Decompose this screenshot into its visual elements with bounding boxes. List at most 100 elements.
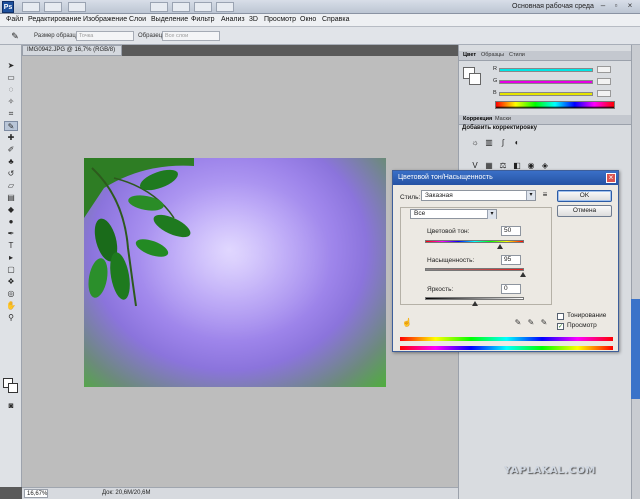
- curves-icon[interactable]: ∫: [497, 137, 509, 149]
- eyedropper-icon[interactable]: ✎: [513, 318, 523, 328]
- brush-tool-icon[interactable]: ✐: [4, 145, 18, 155]
- workspace-switcher[interactable]: Основная рабочая среда: [512, 3, 594, 10]
- saturation-slider-thumb[interactable]: [520, 272, 526, 277]
- arrange-documents-icon[interactable]: [194, 2, 212, 12]
- tab-color[interactable]: Цвет: [463, 52, 476, 58]
- ok-button[interactable]: OK: [557, 190, 612, 202]
- tab-adjustments[interactable]: Коррекция: [463, 116, 492, 122]
- sample-select[interactable]: Все слои: [162, 31, 220, 41]
- zoom-tool-icon[interactable]: ⚲: [4, 313, 18, 323]
- healing-brush-tool-icon[interactable]: ✚: [4, 133, 18, 143]
- cancel-button[interactable]: Отмена: [557, 205, 612, 217]
- menu-help[interactable]: Справка: [322, 16, 349, 23]
- rotate-view-icon[interactable]: [172, 2, 190, 12]
- eyedropper-minus-icon[interactable]: ✎: [539, 318, 549, 328]
- view-extras-icon[interactable]: [44, 2, 62, 12]
- sample-size-select[interactable]: Точка: [76, 31, 134, 41]
- menu-select[interactable]: Выделение: [151, 16, 188, 23]
- collapsed-panel-strip[interactable]: [631, 299, 640, 399]
- green-channel-value[interactable]: [597, 78, 611, 85]
- red-channel-value[interactable]: [597, 66, 611, 73]
- document-image[interactable]: [84, 158, 386, 387]
- lightness-slider-thumb[interactable]: [472, 301, 478, 306]
- colorize-checkbox[interactable]: [557, 313, 564, 320]
- zoom-field[interactable]: 16,67%: [24, 489, 48, 498]
- blur-tool-icon[interactable]: ◆: [4, 205, 18, 215]
- menu-3d[interactable]: 3D: [249, 16, 258, 23]
- saturation-input[interactable]: 95: [501, 255, 521, 265]
- type-tool-icon[interactable]: T: [4, 241, 18, 251]
- tab-styles[interactable]: Стили: [509, 52, 525, 58]
- menu-analysis[interactable]: Анализ: [221, 16, 245, 23]
- minimize-icon[interactable]: –: [598, 1, 608, 11]
- quick-select-tool-icon[interactable]: ✧: [4, 97, 18, 107]
- eyedropper-icon[interactable]: ✎: [8, 30, 22, 42]
- style-select[interactable]: Заказная ▾: [421, 190, 536, 201]
- green-channel-label: G: [493, 78, 498, 84]
- menu-edit[interactable]: Редактирование: [28, 16, 81, 23]
- background-color-swatch[interactable]: [8, 383, 18, 393]
- menu-layers[interactable]: Слои: [129, 16, 146, 23]
- screen-mode-icon[interactable]: [216, 2, 234, 12]
- panel-dock-strip[interactable]: [631, 45, 640, 499]
- sample-size-label: Размер образца:: [34, 33, 81, 39]
- hand-tool-icon[interactable]: [150, 2, 168, 12]
- zoom-level-icon[interactable]: [68, 2, 86, 12]
- lightness-slider-track[interactable]: [425, 297, 524, 300]
- levels-icon[interactable]: ▥: [483, 137, 495, 149]
- tab-masks[interactable]: Маски: [495, 116, 511, 122]
- edit-range-value: Все: [414, 210, 426, 217]
- sample-label: Образец:: [138, 33, 164, 39]
- output-color-bar: [400, 346, 613, 350]
- blue-channel-value[interactable]: [597, 90, 611, 97]
- menu-view[interactable]: Просмотр: [264, 16, 296, 23]
- background-color-swatch[interactable]: [469, 73, 481, 85]
- menu-window[interactable]: Окно: [300, 16, 316, 23]
- close-icon[interactable]: ×: [625, 1, 635, 11]
- menu-filter[interactable]: Фильтр: [191, 16, 215, 23]
- restore-icon[interactable]: ▫: [611, 1, 621, 11]
- options-bar: ✎ Размер образца: Точка Образец: Все сло…: [0, 27, 640, 45]
- shape-tool-icon[interactable]: ▢: [4, 265, 18, 275]
- hand-tool-icon[interactable]: ✋: [4, 301, 18, 311]
- site-watermark: YAPLAKAL.COM: [504, 465, 596, 476]
- quick-mask-icon[interactable]: ◙: [4, 401, 18, 411]
- exposure-icon[interactable]: ◐: [511, 137, 523, 149]
- clone-stamp-tool-icon[interactable]: ♣: [4, 157, 18, 167]
- lasso-tool-icon[interactable]: ◌: [4, 85, 18, 95]
- hue-input[interactable]: 50: [501, 226, 521, 236]
- blue-channel-slider[interactable]: [499, 92, 593, 96]
- gradient-tool-icon[interactable]: ▤: [4, 193, 18, 203]
- adjustments-title: Добавить корректировку: [462, 125, 537, 131]
- hue-slider-track[interactable]: [425, 240, 524, 243]
- close-icon[interactable]: ×: [606, 173, 616, 183]
- history-brush-tool-icon[interactable]: ↺: [4, 169, 18, 179]
- marquee-tool-icon[interactable]: ▭: [4, 73, 18, 83]
- document-tab[interactable]: IMG0942.JPG @ 16,7% (RGB/8): [22, 45, 122, 56]
- dodge-tool-icon[interactable]: ●: [4, 217, 18, 227]
- lightness-input[interactable]: 0: [501, 284, 521, 294]
- bridge-icon[interactable]: [22, 2, 40, 12]
- saturation-slider-track[interactable]: [425, 268, 524, 271]
- preview-checkbox[interactable]: ✓: [557, 323, 564, 330]
- brightness-icon[interactable]: ☼: [469, 137, 481, 149]
- style-menu-icon[interactable]: ≡: [540, 190, 550, 200]
- 3d-orbit-tool-icon[interactable]: ◎: [4, 289, 18, 299]
- path-selection-tool-icon[interactable]: ▸: [4, 253, 18, 263]
- edit-range-select[interactable]: Все ▾: [410, 209, 497, 219]
- eyedropper-plus-icon[interactable]: ✎: [526, 318, 536, 328]
- targeted-adjustment-icon[interactable]: ☝: [402, 318, 412, 328]
- red-channel-slider[interactable]: [499, 68, 593, 72]
- color-spectrum[interactable]: [495, 101, 615, 109]
- crop-tool-icon[interactable]: ⌗: [4, 109, 18, 119]
- hue-slider-thumb[interactable]: [497, 244, 503, 249]
- eyedropper-tool-icon[interactable]: ✎: [4, 121, 18, 131]
- menu-image[interactable]: Изображение: [83, 16, 127, 23]
- menu-file[interactable]: Файл: [6, 16, 23, 23]
- eraser-tool-icon[interactable]: ▱: [4, 181, 18, 191]
- tab-swatches[interactable]: Образцы: [481, 52, 504, 58]
- 3d-rotate-tool-icon[interactable]: ❖: [4, 277, 18, 287]
- pen-tool-icon[interactable]: ✒: [4, 229, 18, 239]
- move-tool-icon[interactable]: ➤: [4, 61, 18, 71]
- green-channel-slider[interactable]: [499, 80, 593, 84]
